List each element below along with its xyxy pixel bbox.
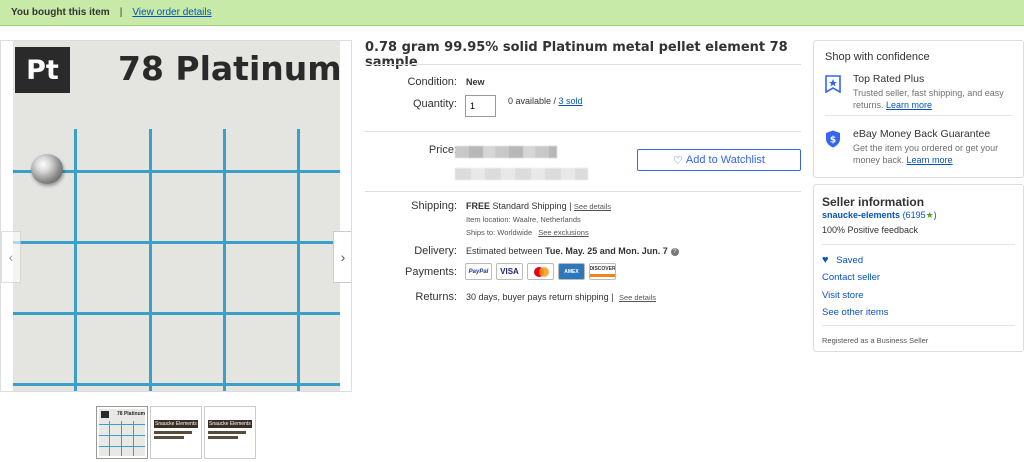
feedback-score[interactable]: (6195 [903,210,926,220]
returns-info: 30 days, buyer pays return shipping | Se… [466,292,656,302]
main-photo[interactable]: Pt 78 Platinum ‹ › [0,40,352,392]
delivery-prefix: Estimated between [466,246,546,256]
bought-message: You bought this item [11,7,110,18]
seller-name-link[interactable]: snaucke-elements [822,210,900,220]
returns-label: Returns: [415,291,457,303]
seller-information-panel: Seller information snaucke-elements (619… [813,184,1024,352]
delivery-label: Delivery: [414,245,457,257]
price-converted-blurred [455,168,588,180]
contact-seller-link[interactable]: Contact seller [822,272,880,283]
heart-filled-icon: ♥ [822,254,829,266]
shipping-method: Standard Shipping | [490,201,574,211]
item-location: Item location: Waalre, Netherlands [466,215,581,224]
available-text: 0 available / [508,96,559,106]
top-rated-title: Top Rated Plus [853,73,925,85]
quantity-label: Quantity: [412,98,457,110]
payment-methods: PayPal VISA AMEX DISCOVER [465,263,616,280]
price-label: Price: [428,144,457,156]
shipping-details-link[interactable]: See details [574,202,611,211]
heart-outline-icon: ♡ [673,154,683,167]
seller-divider [822,244,1015,245]
purchase-banner: You bought this item | View order detail… [0,0,1024,26]
thumbnail-3-label: Snaucke Elements [208,420,252,428]
saved-label: Saved [836,255,864,266]
shipping-label: Shipping: [411,200,457,212]
visa-icon: VISA [496,263,523,280]
thumbnail-3[interactable]: Snaucke Elements [204,406,256,459]
watchlist-button-label: Add to Watchlist [685,154,765,166]
ships-to-text: Ships to: Worldwide [466,228,533,237]
platinum-photo: Pt 78 Platinum [13,41,340,391]
condition-label: Condition: [407,76,457,88]
thumbnail-1[interactable]: 78 Platinum [96,406,148,459]
price-divider [365,131,801,132]
saved-seller-button[interactable]: ♥ Saved [822,254,863,266]
banner-separator: | [119,7,123,18]
shipping-info: FREE Standard Shipping | See details [466,201,611,211]
visit-store-link[interactable]: Visit store [822,290,864,301]
next-image-button[interactable]: › [333,231,351,283]
thumbnail-strip: 78 Platinum Snaucke Elements Snaucke Ele… [96,406,256,459]
top-rated-desc: Trusted seller, fast shipping, and easy … [853,87,1018,111]
mbg-desc: Get the item you ordered or get your mon… [853,142,1018,166]
payments-label: Payments: [405,266,457,278]
chevron-left-icon: ‹ [8,249,14,265]
quantity-input[interactable] [465,95,496,117]
positive-feedback: 100% Positive feedback [822,225,919,235]
confidence-divider [825,115,1012,116]
listing-title: 0.78 gram 99.95% solid Platinum metal pe… [365,40,788,70]
discover-icon: DISCOVER [589,263,616,280]
see-other-items-link[interactable]: See other items [822,307,889,318]
thumbnail-1-label: 78 Platinum [117,411,146,417]
seller-divider-2 [822,325,1015,326]
availability: 0 available / 3 sold [508,96,583,106]
add-to-watchlist-button[interactable]: ♡ Add to Watchlist [637,149,801,171]
business-seller-note: Registered as a Business Seller [822,336,929,345]
paypal-icon: PayPal [465,263,492,280]
delivery-info: Estimated between Tue. May. 25 and Mon. … [466,246,679,256]
help-icon[interactable]: ? [670,248,679,256]
price-value-blurred [455,146,557,158]
mastercard-icon [527,263,554,280]
sold-link[interactable]: 3 sold [559,96,583,106]
view-order-link[interactable]: View order details [132,7,211,18]
delivery-dates: Tue. May. 25 and Mon. Jun. 7 [545,246,668,256]
thumbnail-2[interactable]: Snaucke Elements [150,406,202,459]
title-divider [365,64,801,65]
seller-name-row: snaucke-elements (6195★) [822,210,937,221]
element-symbol: Pt [15,47,70,93]
chevron-right-icon: › [340,249,346,265]
thumbnail-2-label: Snaucke Elements [154,420,198,428]
mbg-title: eBay Money Back Guarantee [853,128,991,140]
mbg-learn-more-link[interactable]: Learn more [907,155,953,165]
exclusions-link[interactable]: See exclusions [538,228,588,237]
ships-to: Ships to: Worldwide See exclusions [466,228,589,237]
condition-value: New [466,77,485,87]
previous-image-button[interactable]: ‹ [1,231,21,283]
returns-text: 30 days, buyer pays return shipping | [466,292,616,302]
confidence-title: Shop with confidence [825,51,930,63]
returns-details-link[interactable]: See details [619,293,656,302]
platinum-pellet [31,154,63,184]
amex-icon: AMEX [558,263,585,280]
top-rated-badge-icon [825,75,841,93]
feedback-score-end: ) [933,210,937,220]
element-label: 78 Platinum [118,49,340,88]
shipping-divider [365,191,801,192]
shield-dollar-icon: $ [826,130,840,148]
svg-text:$: $ [830,136,836,146]
shop-with-confidence-panel: Shop with confidence Top Rated Plus Trus… [813,40,1024,178]
shipping-free: FREE [466,201,491,211]
top-rated-learn-more-link[interactable]: Learn more [886,100,932,110]
seller-info-title: Seller information [822,195,925,209]
star-icon: ★ [925,210,934,220]
